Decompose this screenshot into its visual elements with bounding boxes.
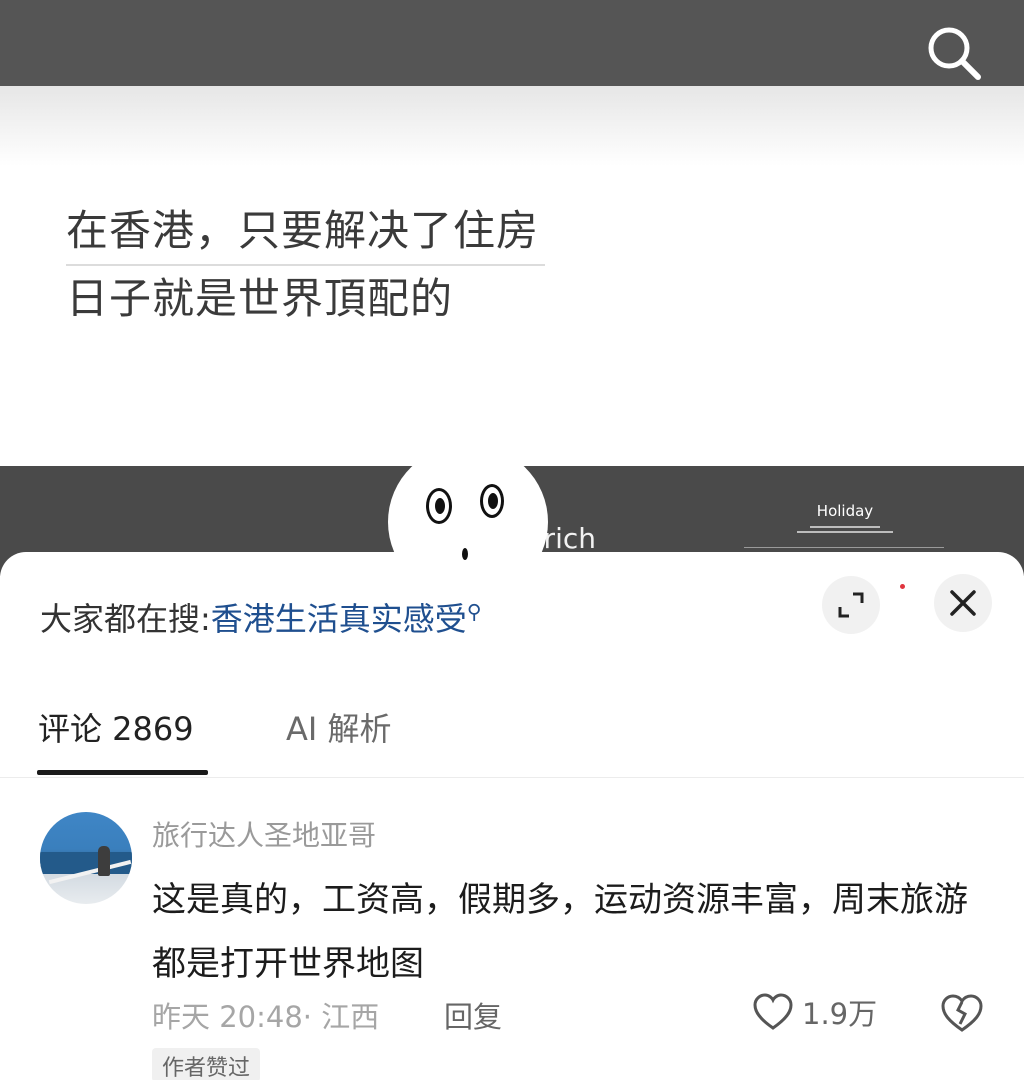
search-button[interactable] <box>920 22 988 84</box>
comment-tabs: 评论 2869 AI 解析 <box>0 700 1024 778</box>
sticker-mouth <box>462 548 468 560</box>
like-button[interactable]: 1.9万 <box>752 990 877 1034</box>
holiday-overlay-line <box>744 547 944 548</box>
tab-ai-analysis[interactable]: AI 解析 <box>286 704 392 750</box>
comment-author[interactable]: 旅行达人圣地亚哥 <box>152 814 376 854</box>
heart-icon <box>753 993 793 1030</box>
expand-button[interactable] <box>822 576 880 634</box>
close-button[interactable] <box>934 574 992 632</box>
comment-time-location: 昨天 20:48· 江西 <box>152 1000 380 1034</box>
search-suggestion-prefix: 大家都在搜: <box>40 600 211 638</box>
video-caption: 在香港，只要解决了住房 日子就是世界頂配的 <box>66 198 626 332</box>
holiday-overlay-label: Holiday <box>816 502 874 520</box>
comment-text: 这是真的，工资高，假期多，运动资源丰富，周末旅游都是打开世界地图 <box>152 880 968 984</box>
top-bar-fade <box>0 86 1024 166</box>
top-bar <box>0 0 1024 86</box>
face-sticker-icon <box>388 444 548 600</box>
sticker-left-eye <box>426 488 452 524</box>
mini-search-icon: ⚲ <box>466 599 482 624</box>
author-liked-badge: 作者赞过 <box>152 1048 261 1080</box>
caption-line-1: 在香港，只要解决了住房 <box>66 198 546 266</box>
tab-comments[interactable]: 评论 2869 <box>38 704 194 750</box>
reply-button[interactable]: 回复 <box>444 994 502 1036</box>
caption-line-2: 日子就是世界頂配的 <box>66 274 454 323</box>
dislike-button[interactable] <box>940 992 984 1034</box>
comment-sheet: 大家都在搜:香港生活真实感受⚲ 评论 2869 AI 解析 旅行达人圣地亚哥 这… <box>0 552 1024 1080</box>
close-icon <box>950 590 976 616</box>
expand-icon <box>838 592 864 618</box>
search-suggestion-keyword[interactable]: 香港生活真实感受 <box>211 600 467 638</box>
comment-item: 旅行达人圣地亚哥 这是真的，工资高，假期多，运动资源丰富，周末旅游都是打开世界地… <box>0 808 1024 1080</box>
holiday-overlay-subtext <box>790 526 900 538</box>
search-suggestion[interactable]: 大家都在搜:香港生活真实感受⚲ <box>40 594 481 640</box>
video-area[interactable]: 在香港，只要解决了住房 日子就是世界頂配的 <box>0 0 1024 470</box>
broken-heart-icon <box>941 994 983 1032</box>
avatar[interactable] <box>40 812 132 904</box>
like-count: 1.9万 <box>802 997 878 1031</box>
search-icon <box>928 27 981 80</box>
notification-dot <box>900 584 905 589</box>
active-tab-indicator <box>37 770 208 775</box>
sticker-right-eye <box>480 484 504 518</box>
